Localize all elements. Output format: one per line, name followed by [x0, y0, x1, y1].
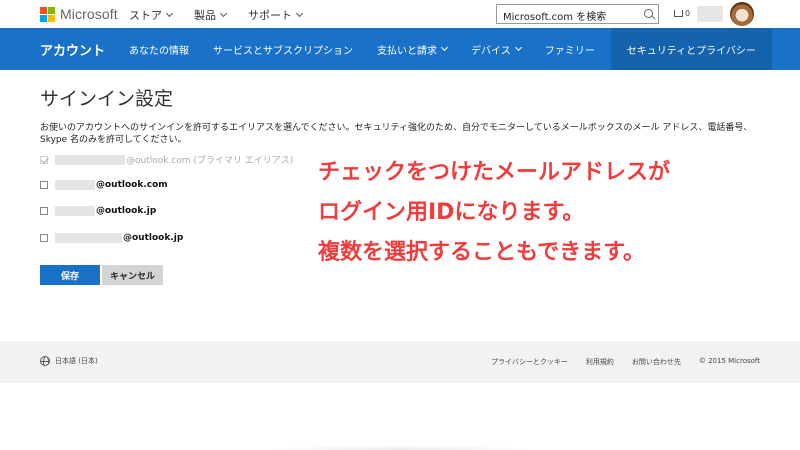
chevron-down-icon	[165, 9, 174, 18]
alias-checkbox[interactable]	[40, 207, 48, 215]
microsoft-logo[interactable]: Microsoft	[40, 6, 118, 22]
page-description: お使いのアカウントへのサインインを許可するエイリアスを選んでください。セキュリテ…	[40, 123, 753, 145]
footer-links: プライバシーとクッキー 利用規約 お問い合わせ先 © 2015 Microsof…	[491, 357, 760, 367]
brand-name: Microsoft	[60, 6, 118, 22]
redacted-address	[55, 154, 125, 165]
nav-item-security-privacy[interactable]: セキュリティとプライバシー	[610, 28, 772, 70]
cancel-button[interactable]: キャンセル	[102, 265, 163, 285]
nav-item-your-info[interactable]: あなたの情報	[129, 28, 189, 70]
annotation-line: ログイン用IDになります。	[318, 200, 585, 225]
account-nav-items: あなたの情報 サービスとサブスクリプション 支払いと請求 デバイス ファミリー …	[129, 28, 796, 70]
alias-checkbox[interactable]	[40, 234, 48, 242]
alias-option-primary: @outlook.com (プライマリ エイリアス)	[40, 153, 293, 166]
top-bar: Microsoft ストア 製品 サポート Microsoft.com を検索 …	[0, 0, 800, 28]
nav-item-family[interactable]: ファミリー	[545, 28, 595, 70]
alias-checkbox	[40, 155, 48, 164]
window-shadow	[250, 445, 550, 450]
microsoft-logo-icon	[40, 6, 55, 22]
account-nav-brand[interactable]: アカウント	[40, 40, 105, 59]
alias-label: @outlook.com (プライマリ エイリアス)	[126, 156, 294, 166]
redacted-address	[55, 233, 122, 243]
save-button[interactable]: 保存	[40, 265, 100, 285]
nav-item-label: デバイス	[471, 45, 511, 57]
alias-label: @outlook.com	[96, 180, 168, 190]
redacted-address	[55, 180, 95, 190]
chevron-down-icon	[219, 9, 228, 18]
alias-label: @outlook.jp	[96, 206, 157, 216]
chevron-down-icon	[295, 9, 304, 18]
user-name-placeholder[interactable]	[697, 6, 723, 22]
avatar[interactable]	[730, 2, 754, 26]
footer-link-privacy[interactable]: プライバシーとクッキー	[491, 357, 568, 367]
language-label: 日本語 (日本)	[55, 357, 98, 365]
redacted-address	[55, 206, 95, 216]
top-nav-products[interactable]: 製品	[194, 7, 228, 23]
page-title: サインイン設定	[40, 88, 174, 110]
top-nav: ストア 製品 サポート	[129, 7, 304, 23]
search-input-text: Microsoft.com を検索	[503, 12, 607, 23]
annotation-line: 複数を選択することもできます。	[318, 240, 645, 265]
footer-copyright: © 2015 Microsoft	[698, 357, 760, 365]
footer: 日本語 (日本) プライバシーとクッキー 利用規約 お問い合わせ先 © 2015…	[0, 341, 800, 383]
cart-count: 0	[685, 9, 691, 18]
globe-icon	[40, 356, 50, 366]
annotation-overlay: チェックをつけたメールアドレスが ログイン用IDになります。 複数を選択すること…	[318, 153, 788, 273]
nav-item-services[interactable]: サービスとサブスクリプション	[213, 28, 353, 70]
top-nav-label: サポート	[248, 9, 292, 22]
chevron-down-icon	[514, 43, 522, 52]
chevron-down-icon	[440, 43, 449, 52]
annotation-line: チェックをつけたメールアドレスが	[318, 160, 671, 185]
nav-item-label: ファミリー	[544, 45, 595, 57]
alias-checkbox[interactable]	[40, 181, 48, 189]
nav-item-devices[interactable]: デバイス	[471, 28, 522, 70]
alias-label: @outlook.jp	[123, 233, 184, 243]
top-nav-label: 製品	[194, 9, 216, 22]
nav-item-label: あなたの情報	[129, 45, 189, 57]
alias-option-2[interactable]: @outlook.com	[40, 180, 168, 190]
alias-option-4[interactable]: @outlook.jp	[40, 233, 183, 243]
nav-item-label: サービスとサブスクリプション	[213, 45, 353, 57]
top-nav-support[interactable]: サポート	[248, 7, 304, 23]
nav-item-billing[interactable]: 支払いと請求	[377, 28, 449, 70]
footer-link-contact[interactable]: お問い合わせ先	[632, 357, 681, 367]
language-selector[interactable]: 日本語 (日本)	[40, 356, 98, 366]
alias-option-3[interactable]: @outlook.jp	[40, 206, 156, 216]
search-input[interactable]: Microsoft.com を検索	[496, 4, 659, 24]
nav-item-label: 支払いと請求	[377, 45, 437, 57]
footer-link-terms[interactable]: 利用規約	[586, 357, 614, 367]
top-nav-label: ストア	[129, 9, 162, 22]
account-nav: アカウント あなたの情報 サービスとサブスクリプション 支払いと請求 デバイス …	[0, 28, 800, 70]
nav-item-label: セキュリティとプライバシー	[626, 45, 756, 57]
cart-button[interactable]: 0	[674, 9, 690, 18]
cart-icon	[674, 10, 683, 17]
top-nav-store[interactable]: ストア	[129, 7, 174, 23]
search-icon[interactable]	[644, 9, 653, 18]
